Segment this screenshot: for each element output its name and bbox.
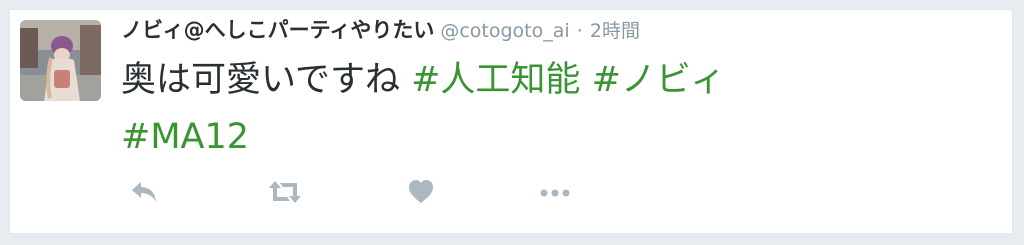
reply-button[interactable] [129,178,165,206]
like-button[interactable] [407,178,443,206]
tweet-text-body: 奥は可愛いですね [121,60,400,100]
username[interactable]: @cotogoto_ai [440,20,569,42]
more-icon [540,189,570,197]
meta-separator: · [576,20,583,42]
tweet-text: 奥は可愛いですね #人工知能 #ノビィ #MA12 [121,52,981,166]
tweet-header: ノビィ@へしこパーティやりたい @cotogoto_ai · 2時間 [121,16,640,46]
reply-icon [132,182,156,202]
avatar-image [20,20,101,101]
tweet-card-divider [9,233,1013,234]
retweet-button[interactable] [268,178,304,206]
avatar[interactable] [20,20,101,101]
hashtag-link[interactable]: #ノビィ [592,60,726,100]
hashtag-link[interactable]: #人工知能 [411,60,580,100]
heart-icon [409,180,433,203]
hashtag-link[interactable]: #MA12 [121,117,249,157]
retweet-icon [269,181,301,203]
tweet-actions [121,178,601,206]
display-name[interactable]: ノビィ@へしこパーティやりたい [121,18,434,42]
timestamp[interactable]: 2時間 [590,20,640,42]
more-button[interactable] [539,178,575,206]
